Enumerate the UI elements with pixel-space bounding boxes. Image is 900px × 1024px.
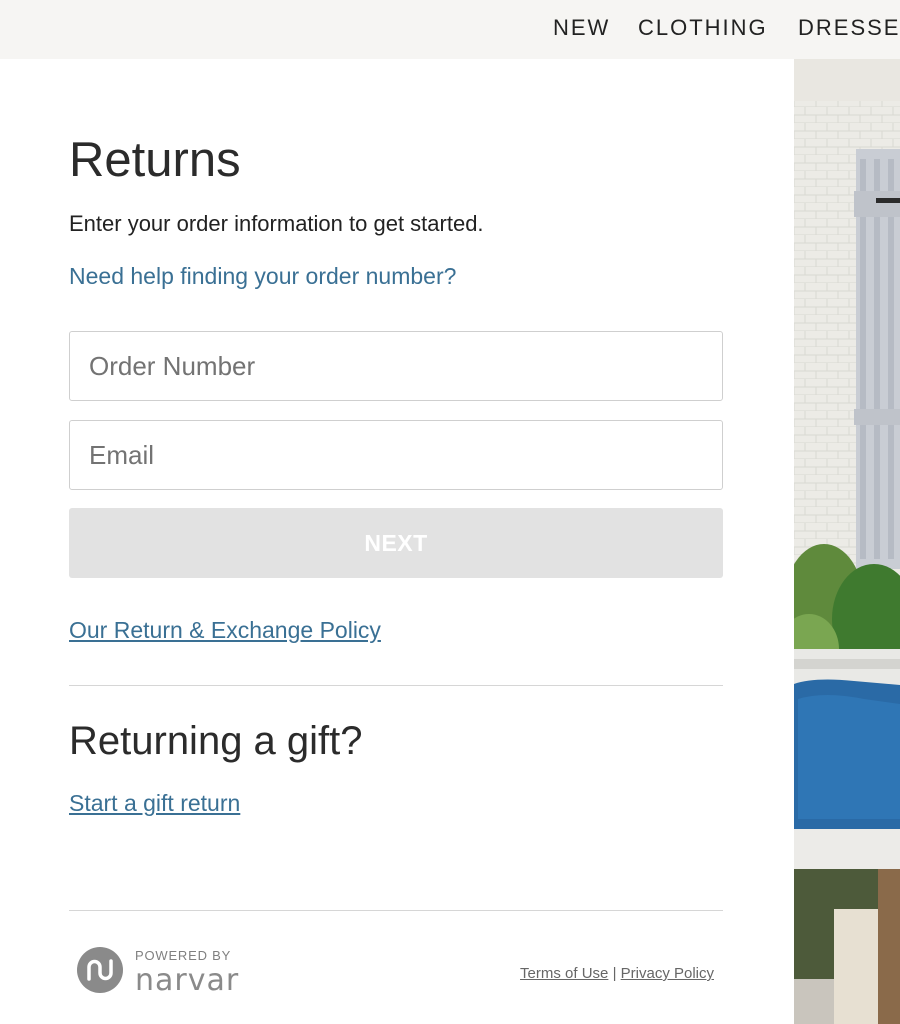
page-title: Returns [69,133,241,187]
legal-links: Terms of Use | Privacy Policy [520,965,714,982]
start-gift-return-link[interactable]: Start a gift return [69,790,240,817]
intro-text: Enter your order information to get star… [69,211,484,236]
narvar-logo-icon [77,947,123,993]
section-divider [69,685,723,686]
privacy-policy-link[interactable]: Privacy Policy [621,965,714,982]
nav-item-new[interactable]: NEW [553,15,610,41]
footer-divider [69,910,723,911]
nav-item-dresses[interactable]: DRESSE [798,15,900,41]
patio-scene-image [794,59,900,1024]
order-number-input[interactable] [69,331,723,401]
email-input[interactable] [69,420,723,490]
next-button[interactable]: NEXT [69,508,723,578]
returns-panel: Returns Enter your order information to … [0,59,794,1024]
top-navigation: NEW CLOTHING DRESSE [0,0,900,59]
nav-item-clothing[interactable]: CLOTHING [638,15,768,41]
return-policy-link[interactable]: Our Return & Exchange Policy [69,617,381,644]
terms-of-use-link[interactable]: Terms of Use [520,965,608,982]
order-number-help-link[interactable]: Need help finding your order number? [69,263,456,290]
powered-by-label: POWERED BY [135,948,232,963]
legal-separator: | [612,965,617,982]
hero-photo [794,59,900,1024]
narvar-wordmark: narvar [135,963,240,998]
gift-section-title: Returning a gift? [69,719,363,763]
